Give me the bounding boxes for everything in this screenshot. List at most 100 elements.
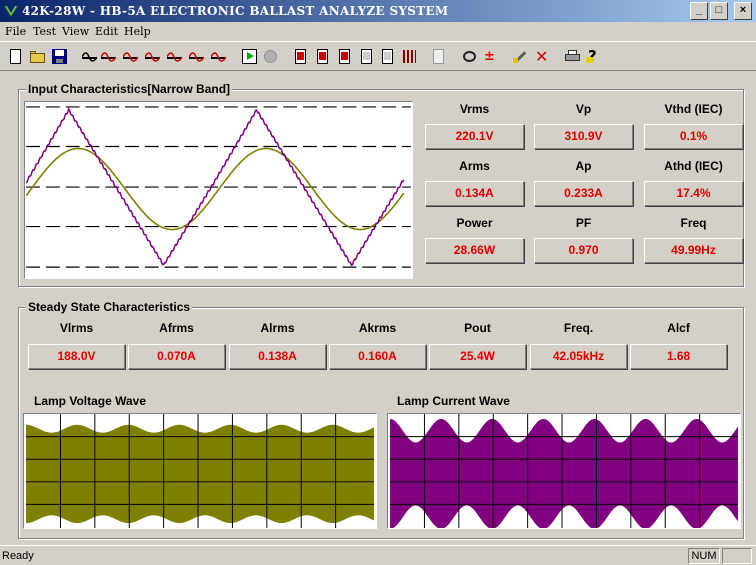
menu-bar: File Test View Edit Help xyxy=(0,22,756,41)
grid-icon xyxy=(402,49,417,64)
input-vthd-iec-label: Vthd (IEC) xyxy=(664,102,723,116)
input-ap-label: Ap xyxy=(575,159,592,173)
report-4-icon xyxy=(359,49,374,64)
input-power-label: Power xyxy=(456,216,493,230)
test-4-button[interactable] xyxy=(143,47,162,66)
input-arms-label: Arms xyxy=(459,159,490,173)
menu-view[interactable]: View xyxy=(62,25,89,38)
settings-icon xyxy=(462,49,477,64)
steady-vlrms-value: 188.0V xyxy=(28,344,125,369)
test-5-icon xyxy=(167,49,182,64)
new-file-button[interactable] xyxy=(6,47,25,66)
lamp-current-title: Lamp Current Wave xyxy=(397,394,510,408)
report-4-button[interactable] xyxy=(357,47,376,66)
minimize-button[interactable]: _ xyxy=(690,2,708,20)
voltage-waveform xyxy=(25,147,405,231)
run-icon xyxy=(242,49,257,64)
menu-file[interactable]: File xyxy=(5,25,26,38)
input-vp-value: 310.9V xyxy=(534,124,633,149)
test-3-button[interactable] xyxy=(121,47,140,66)
steady-akrms-label: Akrms xyxy=(358,321,397,335)
steady-alcf-label: Alcf xyxy=(667,321,690,335)
test-7-button[interactable] xyxy=(209,47,228,66)
test-6-button[interactable] xyxy=(187,47,206,66)
settings-button[interactable] xyxy=(460,47,479,66)
input-ap-value: 0.233A xyxy=(534,181,633,206)
open-folder-icon xyxy=(30,49,45,64)
steady-afrms-value: 0.070A xyxy=(128,344,225,369)
grid-button[interactable] xyxy=(400,47,419,66)
status-text: Ready xyxy=(2,550,34,562)
steady-alrms-label: Alrms xyxy=(260,321,295,335)
steady-pout-label: Pout xyxy=(464,321,491,335)
lamp-voltage-chart xyxy=(23,413,377,529)
open-folder-button[interactable] xyxy=(28,47,47,66)
input-freq-value: 49.99Hz xyxy=(644,238,743,263)
steady-akrms-value: 0.160A xyxy=(329,344,426,369)
new-file-icon xyxy=(8,49,23,64)
input-vp-label: Vp xyxy=(575,102,592,116)
run-button[interactable] xyxy=(240,47,259,66)
menu-test[interactable]: Test xyxy=(33,25,56,38)
stop-icon xyxy=(263,49,278,64)
app-icon xyxy=(4,5,18,17)
help-button[interactable]: ? xyxy=(584,47,603,66)
delete-icon: ✕ xyxy=(535,47,549,66)
save-disk-icon xyxy=(52,49,67,64)
report-2-icon xyxy=(315,49,330,64)
report-1-icon xyxy=(293,49,308,64)
status-pane-empty xyxy=(722,548,752,564)
menu-help[interactable]: Help xyxy=(124,25,151,38)
lamp-voltage-title: Lamp Voltage Wave xyxy=(34,394,147,408)
title-bar: 42K-28W - HB-5A ELECTRONIC BALLAST ANALY… xyxy=(0,0,756,22)
input-characteristics-title: Input Characteristics[Narrow Band] xyxy=(26,82,233,96)
input-athd-iec-value: 17.4% xyxy=(644,181,743,206)
lamp-voltage-envelope xyxy=(26,424,374,524)
test-4-icon xyxy=(145,49,160,64)
window-title: 42K-28W - HB-5A ELECTRONIC BALLAST ANALY… xyxy=(22,4,449,18)
wrench-button[interactable] xyxy=(511,47,530,66)
input-arms-value: 0.134A xyxy=(425,181,524,206)
toolbar: ± ✕? xyxy=(0,41,756,71)
steady-afrms-label: Afrms xyxy=(159,321,194,335)
menu-edit[interactable]: Edit xyxy=(95,25,118,38)
lamp-current-chart xyxy=(387,413,741,529)
main-area: Input Characteristics[Narrow Band] Vrms 2… xyxy=(4,74,752,544)
input-freq-label: Freq xyxy=(680,216,707,230)
plus-minus-button[interactable]: ± xyxy=(482,47,501,66)
steady-freq-label: Freq. xyxy=(563,321,594,335)
input-athd-iec-label: Athd (IEC) xyxy=(664,159,723,173)
test-6-icon xyxy=(189,49,204,64)
input-pf-value: 0.970 xyxy=(534,238,633,263)
delete-button[interactable]: ✕ xyxy=(533,47,552,66)
stop-button[interactable] xyxy=(261,47,280,66)
test-1-button[interactable] xyxy=(80,47,99,66)
report-5-icon xyxy=(380,49,395,64)
steady-alrms-value: 0.138A xyxy=(229,344,326,369)
input-pf-label: PF xyxy=(575,216,592,230)
report-5-button[interactable] xyxy=(378,47,397,66)
test-5-button[interactable] xyxy=(165,47,184,66)
save-disk-button[interactable] xyxy=(50,47,69,66)
input-vrms-value: 220.1V xyxy=(425,124,524,149)
report-3-button[interactable] xyxy=(335,47,354,66)
report-3-icon xyxy=(337,49,352,64)
page-button[interactable] xyxy=(429,47,448,66)
input-power-value: 28.66W xyxy=(425,238,524,263)
plus-minus-icon: ± xyxy=(484,49,495,64)
print-button[interactable] xyxy=(563,47,582,66)
input-vthd-iec-value: 0.1% xyxy=(644,124,743,149)
steady-freq-value: 42.05kHz xyxy=(530,344,627,369)
steady-vlrms-label: Vlrms xyxy=(59,321,94,335)
test-2-button[interactable] xyxy=(99,47,118,66)
test-2-icon xyxy=(101,49,116,64)
report-1-button[interactable] xyxy=(291,47,310,66)
lamp-current-envelope xyxy=(390,418,738,528)
report-2-button[interactable] xyxy=(313,47,332,66)
test-3-icon xyxy=(123,49,138,64)
wrench-icon xyxy=(513,49,528,64)
maximize-button[interactable]: □ xyxy=(710,2,728,20)
status-bar: Ready NUM xyxy=(0,545,756,565)
close-button[interactable]: × xyxy=(734,2,752,20)
test-7-icon xyxy=(211,49,226,64)
